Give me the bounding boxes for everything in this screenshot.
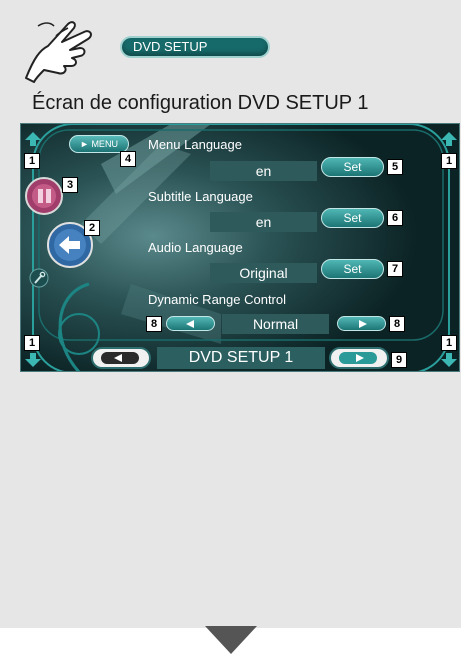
callout-1-top-right: 1 (441, 153, 457, 169)
callout-1-bottom-left: 1 (24, 335, 40, 351)
scroll-down-right-icon[interactable] (441, 353, 457, 367)
callout-6: 6 (387, 210, 403, 226)
drc-label: Dynamic Range Control (148, 292, 287, 307)
media-pause-icon[interactable] (25, 177, 63, 215)
wrench-settings-icon[interactable] (29, 268, 49, 288)
audio-language-label: Audio Language (148, 240, 243, 255)
next-page-arrow-icon (356, 354, 364, 362)
previous-page-button[interactable] (91, 347, 151, 369)
previous-page-arrow-icon (114, 354, 122, 362)
scroll-up-left-icon[interactable] (25, 132, 41, 146)
menu-language-label: Menu Language (148, 137, 242, 152)
callout-5: 5 (387, 159, 403, 175)
callout-8-left: 8 (146, 316, 162, 332)
subtitle-language-value: en (210, 212, 317, 232)
callout-7: 7 (387, 261, 403, 277)
scroll-up-right-icon[interactable] (441, 132, 457, 146)
subtitle-language-label: Subtitle Language (148, 189, 253, 204)
callout-1-top-left: 1 (24, 153, 40, 169)
dvd-setup-header-button[interactable]: DVD SETUP (120, 36, 270, 58)
audio-language-value: Original (210, 263, 317, 283)
callout-2: 2 (84, 220, 100, 236)
audio-language-set-button[interactable]: Set (321, 259, 384, 279)
next-page-button[interactable] (329, 347, 389, 369)
touch-hand-icon (25, 21, 92, 83)
callout-9: 9 (391, 352, 407, 368)
drc-value: Normal (222, 314, 329, 334)
callout-1-bottom-right: 1 (441, 335, 457, 351)
callout-4: 4 (120, 151, 136, 167)
callout-3: 3 (62, 177, 78, 193)
dvd-setup-screen: 1 1 1 1 ► MENU 4 3 2 Menu Language en Se… (20, 123, 460, 372)
drc-next-button[interactable] (337, 316, 386, 331)
menu-language-set-button[interactable]: Set (321, 157, 384, 177)
right-arrow-icon (359, 320, 367, 328)
continue-down-arrow-icon (205, 626, 257, 654)
drc-previous-button[interactable] (166, 316, 215, 331)
callout-8-right: 8 (389, 316, 405, 332)
scroll-down-left-icon[interactable] (25, 353, 41, 367)
menu-language-value: en (210, 161, 317, 181)
subtitle-language-set-button[interactable]: Set (321, 208, 384, 228)
section-heading: Écran de configuration DVD SETUP 1 (32, 92, 369, 114)
left-arrow-icon (186, 320, 194, 328)
footer-page-title: DVD SETUP 1 (157, 347, 325, 369)
